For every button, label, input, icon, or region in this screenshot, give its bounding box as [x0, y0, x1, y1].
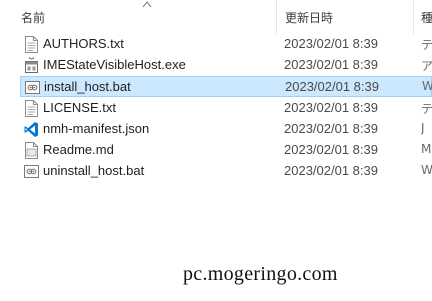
site-watermark: pc.mogeringo.com [183, 263, 338, 285]
file-row[interactable]: IMEStateVisibleHost.exe 2023/02/01 8:39 ア [20, 55, 432, 76]
file-modified-date: 2023/02/01 8:39 [284, 99, 378, 115]
vscode-json-icon [24, 121, 39, 138]
file-modified-date: 2023/02/01 8:39 [285, 79, 379, 95]
file-name: LICENSE.txt [43, 99, 116, 115]
file-type: W [422, 79, 432, 94]
file-name: Readme.md [43, 142, 114, 157]
file-row[interactable]: LICENSE.txt 2023/02/01 8:39 テ [20, 98, 432, 119]
sort-ascending-icon[interactable] [142, 0, 152, 8]
file-name: nmh-manifest.json [43, 120, 150, 136]
column-header-date[interactable]: 更新日時 [285, 9, 333, 26]
file-modified-date: 2023/02/01 8:39 [284, 36, 378, 51]
file-name: uninstall_host.bat [43, 163, 145, 179]
file-row[interactable]: nmh-manifest.json 2023/02/01 8:39 J [20, 119, 432, 140]
markdown-file-icon [24, 142, 39, 159]
file-type: テ [421, 101, 432, 116]
file-type: J [421, 120, 425, 135]
file-name: install_host.bat [44, 79, 131, 95]
bat-file-icon [25, 79, 40, 96]
column-header-name[interactable]: 名前 [21, 9, 45, 26]
text-file-icon [24, 99, 39, 117]
file-name: IMEStateVisibleHost.exe [43, 57, 186, 73]
exe-file-icon [24, 57, 39, 74]
file-type: W [421, 163, 432, 178]
file-modified-date: 2023/02/01 8:39 [284, 163, 378, 179]
text-file-icon [24, 36, 39, 53]
column-divider[interactable] [413, 0, 414, 34]
file-type: M [421, 142, 432, 156]
file-row[interactable]: install_host.bat 2023/02/01 8:39 W [20, 76, 432, 98]
file-modified-date: 2023/02/01 8:39 [284, 142, 378, 157]
file-type: ア [421, 59, 432, 74]
column-divider[interactable] [276, 0, 277, 34]
column-header-bar: 名前 更新日時 種 [0, 0, 432, 34]
column-header-type[interactable]: 種 [421, 9, 432, 26]
file-row[interactable]: uninstall_host.bat 2023/02/01 8:39 W [20, 161, 432, 182]
file-modified-date: 2023/02/01 8:39 [284, 120, 378, 136]
bat-file-icon [24, 163, 39, 180]
file-row[interactable]: AUTHORS.txt 2023/02/01 8:39 テ [20, 34, 432, 55]
file-name: AUTHORS.txt [43, 36, 124, 51]
file-modified-date: 2023/02/01 8:39 [284, 57, 378, 73]
file-row[interactable]: Readme.md 2023/02/01 8:39 M [20, 140, 432, 161]
file-type: テ [421, 38, 432, 52]
